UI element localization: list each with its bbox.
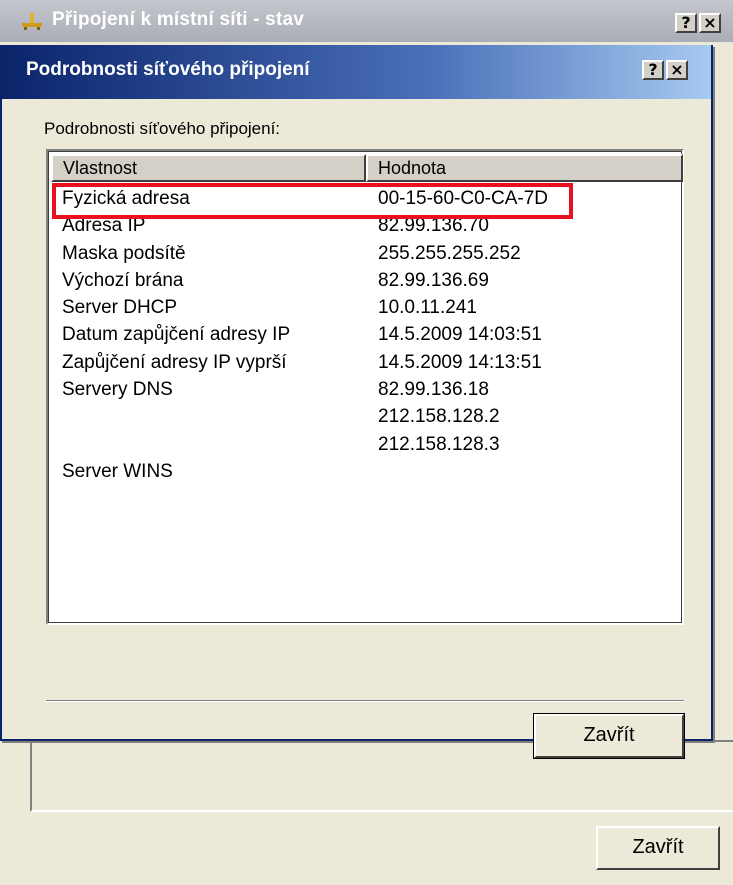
- close-button[interactable]: Zavřít: [533, 713, 685, 759]
- value-cell: 14.5.2009 14:03:51: [378, 324, 542, 346]
- dialog-titlebar[interactable]: Podrobnosti síťového připojení ? ×: [2, 45, 711, 99]
- table-row[interactable]: Servery DNS 82.99.136.18: [51, 376, 683, 403]
- help-button[interactable]: ?: [675, 13, 697, 33]
- column-header-property[interactable]: Vlastnost: [51, 154, 366, 182]
- table-row[interactable]: Server WINS: [51, 458, 683, 485]
- listview-header: Vlastnost Hodnota: [51, 154, 683, 182]
- separator: [46, 700, 684, 702]
- property-cell: Zapůjčení adresy IP vyprší: [62, 351, 287, 373]
- listview-rows: Fyzická adresa 00-15-60-C0-CA-7D Adresa …: [51, 185, 683, 485]
- table-row[interactable]: Datum zapůjčení adresy IP 14.5.2009 14:0…: [51, 321, 683, 348]
- table-row[interactable]: Maska podsítě 255.255.255.252: [51, 240, 683, 267]
- value-cell: 82.99.136.69: [378, 269, 489, 291]
- status-window-title: Připojení k místní síti - stav: [52, 9, 305, 30]
- table-row[interactable]: Výchozí brána 82.99.136.69: [51, 267, 683, 294]
- highlight-annotation: [52, 183, 573, 219]
- value-cell: 82.99.136.18: [378, 379, 489, 401]
- close-icon[interactable]: ×: [699, 13, 721, 33]
- property-cell: Server WINS: [62, 460, 173, 482]
- value-cell: 255.255.255.252: [378, 242, 521, 264]
- table-row[interactable]: 212.158.128.2: [51, 403, 683, 430]
- close-icon[interactable]: ×: [666, 60, 688, 80]
- value-cell: 14.5.2009 14:13:51: [378, 351, 542, 373]
- property-cell: Výchozí brána: [62, 269, 184, 291]
- dialog-title: Podrobnosti síťového připojení: [26, 59, 310, 80]
- property-cell: Servery DNS: [62, 379, 173, 401]
- value-cell: 212.158.128.3: [378, 433, 500, 455]
- property-cell: Datum zapůjčení adresy IP: [62, 324, 291, 346]
- column-header-value[interactable]: Hodnota: [366, 154, 683, 182]
- table-row[interactable]: Server DHCP 10.0.11.241: [51, 294, 683, 321]
- table-row[interactable]: Zapůjčení adresy IP vyprší 14.5.2009 14:…: [51, 349, 683, 376]
- network-connection-icon: [22, 13, 42, 30]
- value-cell: 10.0.11.241: [378, 297, 477, 319]
- status-close-button[interactable]: Zavřít: [596, 826, 720, 870]
- property-cell: Server DHCP: [62, 297, 178, 319]
- value-cell: 212.158.128.2: [378, 406, 500, 428]
- help-button[interactable]: ?: [642, 60, 664, 80]
- property-cell: Maska podsítě: [62, 242, 186, 264]
- details-dialog: Podrobnosti síťového připojení ? × Podro…: [0, 45, 713, 759]
- status-window-titlebar[interactable]: Připojení k místní síti - stav ? ×: [0, 0, 733, 42]
- details-label: Podrobnosti síťového připojení:: [44, 119, 281, 138]
- details-listview[interactable]: Vlastnost Hodnota Fyzická adresa 00-15-6…: [46, 149, 684, 625]
- table-row[interactable]: 212.158.128.3: [51, 431, 683, 458]
